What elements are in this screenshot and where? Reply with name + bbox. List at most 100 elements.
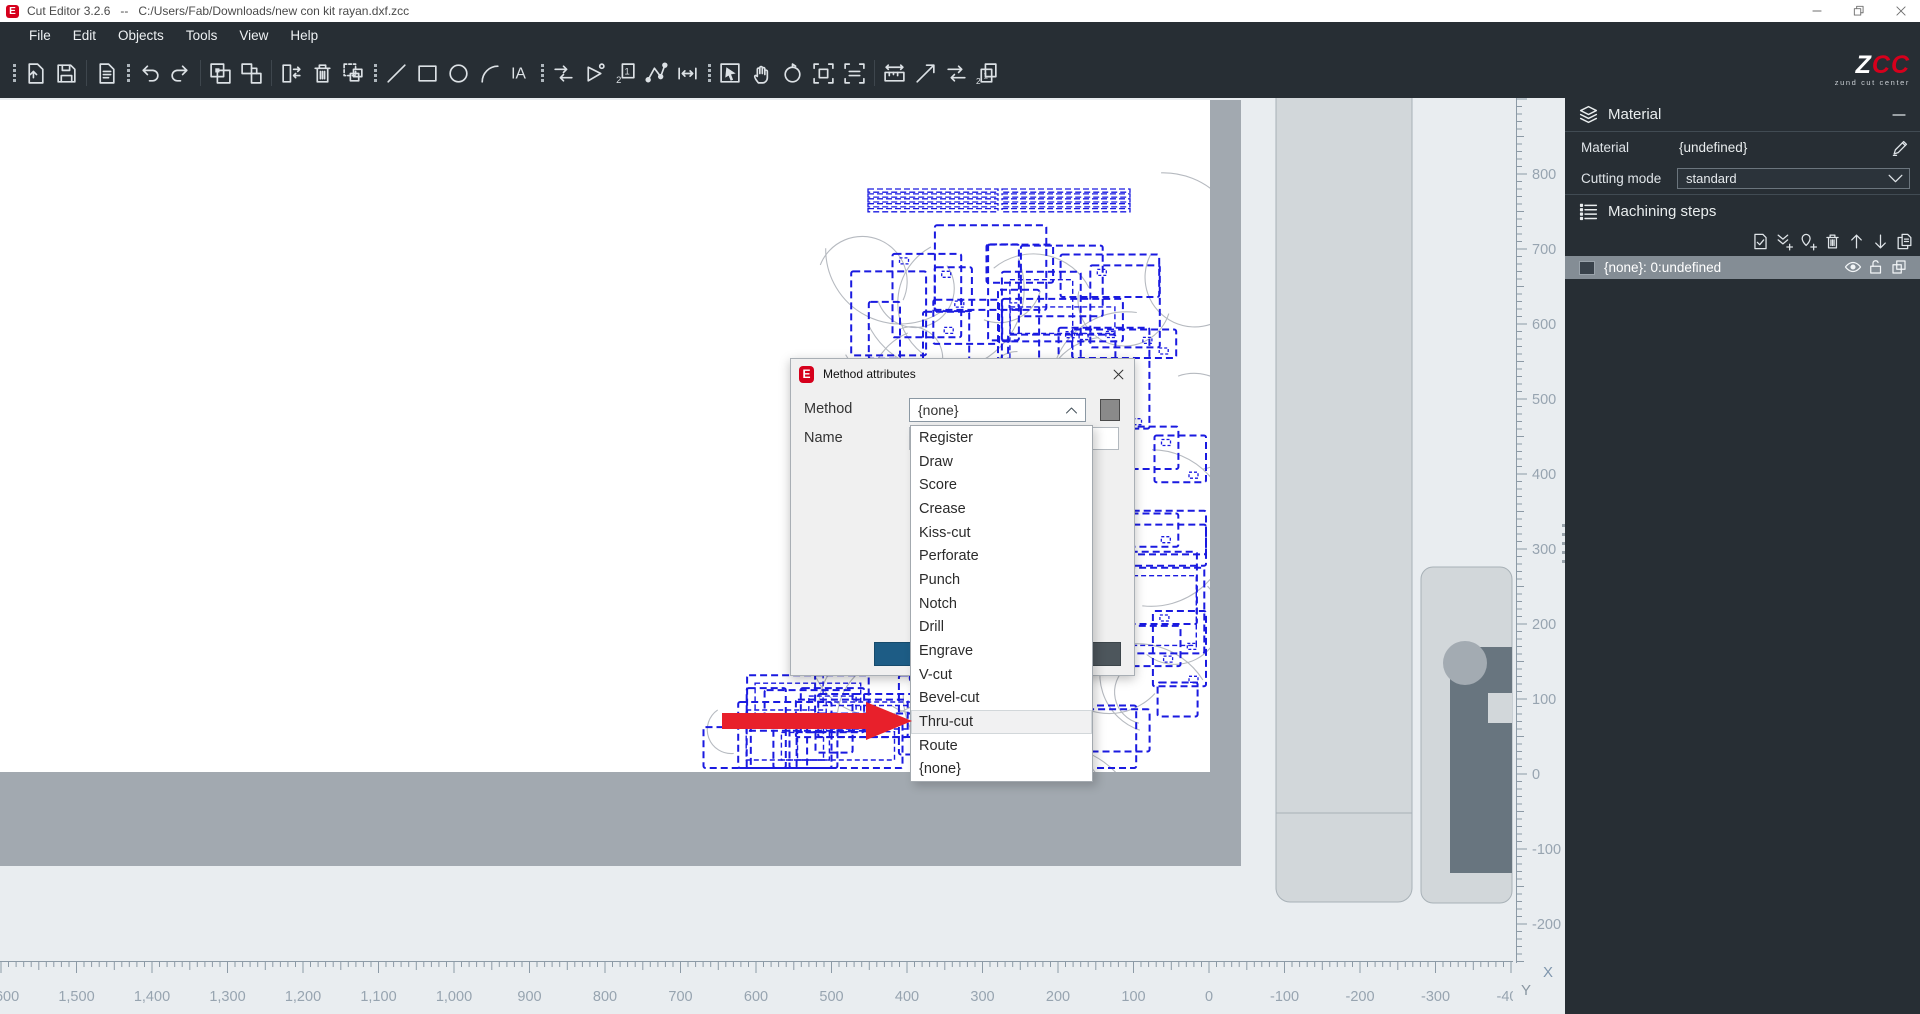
unlock-icon[interactable] [1867, 258, 1887, 278]
layers-icon [1578, 104, 1599, 125]
machining-steps-toolbar [1565, 228, 1920, 254]
ungroup-icon[interactable] [236, 58, 267, 89]
measure-icon[interactable] [879, 58, 910, 89]
dropdown-option-drill[interactable]: Drill [911, 615, 1092, 639]
ellipse-icon[interactable] [443, 58, 474, 89]
zoom-reset-icon[interactable] [777, 58, 808, 89]
edit-points-icon[interactable] [641, 58, 672, 89]
text-icon[interactable]: IA [505, 58, 536, 89]
svg-text:-100: -100 [1270, 989, 1299, 1005]
pencil-icon[interactable] [1891, 138, 1910, 157]
machining-step-row[interactable]: {none}: 0:undefined [1565, 256, 1920, 279]
reverse-path-icon[interactable] [548, 58, 579, 89]
svg-text:2: 2 [616, 74, 621, 84]
group-icon[interactable] [205, 58, 236, 89]
arc-icon[interactable] [474, 58, 505, 89]
trash-icon[interactable] [1821, 230, 1844, 253]
x-axis-label: X [1543, 964, 1553, 981]
menu-bar: FileEditObjectsToolsViewHelp [0, 22, 1920, 48]
svg-text:100: 100 [1121, 989, 1145, 1005]
dropdown-option-score[interactable]: Score [911, 473, 1092, 497]
path-measure-icon[interactable] [672, 58, 703, 89]
minimize-icon[interactable] [1810, 4, 1824, 18]
start-point-icon[interactable] [579, 58, 610, 89]
drawing-canvas[interactable]: 1,6001,5001,4001,3001,2001,1001,00090080… [0, 98, 1565, 1014]
dropdown-option-none[interactable]: {none} [911, 757, 1092, 781]
material-label: Material [1581, 140, 1677, 155]
close-icon[interactable] [1111, 367, 1126, 382]
restore-icon[interactable] [1852, 4, 1866, 18]
svg-text:200: 200 [1046, 989, 1070, 1005]
menu-item-file[interactable]: File [18, 25, 62, 46]
svg-text:-400: -400 [1496, 989, 1513, 1005]
horizontal-ruler: 1,6001,5001,4001,3001,2001,1001,00090080… [0, 961, 1513, 1014]
order-icon[interactable]: 12 [610, 58, 641, 89]
dropdown-option-v-cut[interactable]: V-cut [911, 663, 1092, 687]
arrow-down-icon[interactable] [1869, 230, 1892, 253]
copy-doc-icon[interactable] [1893, 230, 1916, 253]
undo-icon[interactable] [134, 58, 165, 89]
svg-text:1: 1 [624, 66, 629, 76]
dropdown-option-engrave[interactable]: Engrave [911, 639, 1092, 663]
svg-text:1,000: 1,000 [436, 989, 472, 1005]
redo-icon[interactable] [165, 58, 196, 89]
chevrons-add-icon[interactable] [1773, 230, 1796, 253]
menu-item-edit[interactable]: Edit [62, 25, 107, 46]
arrow-up-icon[interactable] [1845, 230, 1868, 253]
dropdown-option-register[interactable]: Register [911, 426, 1092, 450]
fit-page-icon[interactable] [839, 58, 870, 89]
dropdown-option-crease[interactable]: Crease [911, 497, 1092, 521]
svg-text:900: 900 [517, 989, 541, 1005]
menu-item-view[interactable]: View [228, 25, 279, 46]
dropdown-option-punch[interactable]: Punch [911, 568, 1092, 592]
dropdown-option-bevel-cut[interactable]: Bevel-cut [911, 686, 1092, 710]
eye-icon[interactable] [1844, 258, 1864, 278]
step-label: {none}: 0:undefined [1604, 260, 1841, 275]
dialog-title-bar[interactable]: E Method attributes [791, 359, 1134, 389]
dropdown-option-perforate[interactable]: Perforate [911, 544, 1092, 568]
dropdown-option-route[interactable]: Route [911, 734, 1092, 758]
toolbar-separator [870, 58, 879, 88]
dropdown-option-kiss-cut[interactable]: Kiss-cut [911, 521, 1092, 545]
select-icon[interactable] [715, 58, 746, 89]
layers-copy-icon[interactable] [1890, 258, 1910, 278]
rectangle-icon[interactable] [412, 58, 443, 89]
svg-text:700: 700 [1532, 242, 1556, 258]
minus-icon[interactable] [1890, 106, 1908, 124]
svg-text:1,200: 1,200 [285, 989, 321, 1005]
method-color-swatch[interactable] [1100, 399, 1120, 421]
dropdown-option-draw[interactable]: Draw [911, 450, 1092, 474]
reorder-icon[interactable] [941, 58, 972, 89]
close-icon[interactable] [1894, 4, 1908, 18]
swap-doc-icon[interactable] [276, 58, 307, 89]
machining-section-header[interactable]: Machining steps [1565, 195, 1920, 228]
order-copy-icon[interactable]: 12 [972, 58, 1003, 89]
svg-text:1,400: 1,400 [134, 989, 170, 1005]
doc-check-icon[interactable] [1749, 230, 1772, 253]
save-icon[interactable] [51, 58, 82, 89]
menu-item-objects[interactable]: Objects [107, 25, 175, 46]
pin-add-icon[interactable] [1797, 230, 1820, 253]
cutting-mode-select[interactable]: standard [1677, 168, 1910, 189]
svg-text:800: 800 [1532, 167, 1556, 183]
dropdown-option-thru-cut[interactable]: Thru-cut [911, 710, 1092, 734]
line-icon[interactable] [381, 58, 412, 89]
name-field-label: Name [804, 430, 843, 446]
toolbar-drag-handle [8, 58, 20, 88]
arrow-ne-icon[interactable] [910, 58, 941, 89]
svg-text:IA: IA [511, 65, 526, 82]
dropdown-option-notch[interactable]: Notch [911, 592, 1092, 616]
import-file-icon[interactable] [20, 58, 51, 89]
zcc-subtitle: zund cut center [1800, 78, 1910, 87]
method-combobox[interactable]: {none} [909, 398, 1086, 422]
report-icon[interactable] [91, 58, 122, 89]
pan-icon[interactable] [746, 58, 777, 89]
menu-item-tools[interactable]: Tools [175, 25, 229, 46]
fit-selection-icon[interactable] [808, 58, 839, 89]
trash-icon[interactable] [307, 58, 338, 89]
cutting-mode-label: Cutting mode [1581, 171, 1677, 186]
step-checkbox[interactable] [1579, 261, 1595, 275]
duplicate-icon[interactable] [338, 58, 369, 89]
material-section-header[interactable]: Material [1565, 98, 1920, 131]
menu-item-help[interactable]: Help [279, 25, 329, 46]
